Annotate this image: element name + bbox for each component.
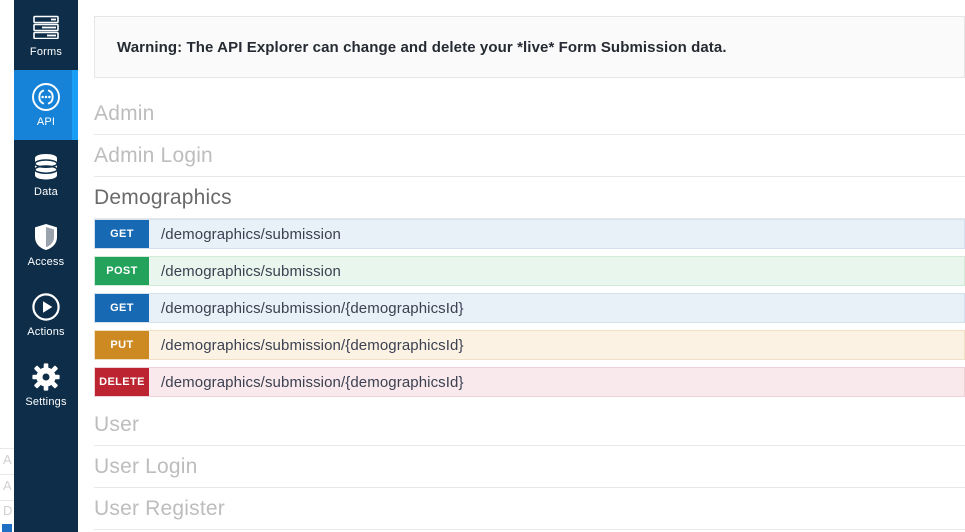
operation-row[interactable]: POST/demographics/submission [94, 256, 965, 286]
sidebar-item-label: API [36, 116, 56, 128]
database-icon [31, 152, 61, 182]
sidebar-item-label: Forms [29, 46, 63, 58]
sidebar-item-label: Settings [25, 396, 67, 408]
operation-row[interactable]: PUT/demographics/submission/{demographic… [94, 330, 965, 360]
endpoint-path: /demographics/submission/{demographicsId… [161, 299, 464, 317]
operation-row[interactable]: GET/demographics/submission/{demographic… [94, 293, 965, 323]
sidebar-item-label: Access [27, 256, 65, 268]
sidebar-item-forms[interactable]: Forms [14, 0, 78, 70]
operation-row[interactable]: GET/demographics/submission [94, 219, 965, 249]
forms-icon [31, 12, 61, 42]
section-header-user[interactable]: User [94, 404, 965, 446]
gear-icon [31, 362, 61, 392]
primary-sidebar: Forms API Data Access Actions Settings [14, 0, 78, 532]
section-header-user-login[interactable]: User Login [94, 446, 965, 488]
clipped-text-fragment: A [3, 452, 12, 467]
method-badge-delete: DELETE [95, 368, 149, 396]
method-badge-put: PUT [95, 331, 149, 359]
clipped-background-page: A A D [0, 0, 14, 532]
clipped-text-fragment: D [3, 503, 13, 518]
sidebar-item-api[interactable]: API [14, 70, 78, 140]
api-explorer-screen: A A D Forms API Data Access Actions Sett… [0, 0, 965, 532]
endpoint-path: /demographics/submission/{demographicsId… [161, 336, 464, 354]
operation-row[interactable]: DELETE/demographics/submission/{demograp… [94, 367, 965, 397]
shield-icon [31, 222, 61, 252]
clipped-method-badge [2, 524, 12, 532]
warning-banner-text: Warning: The API Explorer can change and… [117, 38, 727, 56]
section-header-user-register[interactable]: User Register [94, 488, 965, 530]
api-section-list: Admin Admin Login Demographics GET/demograp… [78, 93, 965, 530]
method-badge-post: POST [95, 257, 149, 285]
sidebar-item-settings[interactable]: Settings [14, 350, 78, 420]
method-badge-get: GET [95, 294, 149, 322]
sidebar-item-label: Actions [27, 326, 65, 338]
sidebar-item-label: Data [33, 186, 59, 198]
sidebar-item-data[interactable]: Data [14, 140, 78, 210]
api-icon [31, 82, 61, 112]
api-explorer-content: Warning: The API Explorer can change and… [78, 0, 965, 532]
operation-list: GET/demographics/submission POST/demograp… [94, 219, 965, 397]
section-header-demographics[interactable]: Demographics [94, 177, 965, 219]
endpoint-path: /demographics/submission/{demographicsId… [161, 373, 464, 391]
sidebar-item-access[interactable]: Access [14, 210, 78, 280]
endpoint-path: /demographics/submission [161, 262, 341, 280]
warning-banner: Warning: The API Explorer can change and… [94, 16, 965, 78]
clipped-text-fragment: A [3, 478, 12, 493]
section-header-admin[interactable]: Admin [94, 93, 965, 135]
method-badge-get: GET [95, 220, 149, 248]
play-icon [31, 292, 61, 322]
section-header-admin-login[interactable]: Admin Login [94, 135, 965, 177]
endpoint-path: /demographics/submission [161, 225, 341, 243]
sidebar-item-actions[interactable]: Actions [14, 280, 78, 350]
